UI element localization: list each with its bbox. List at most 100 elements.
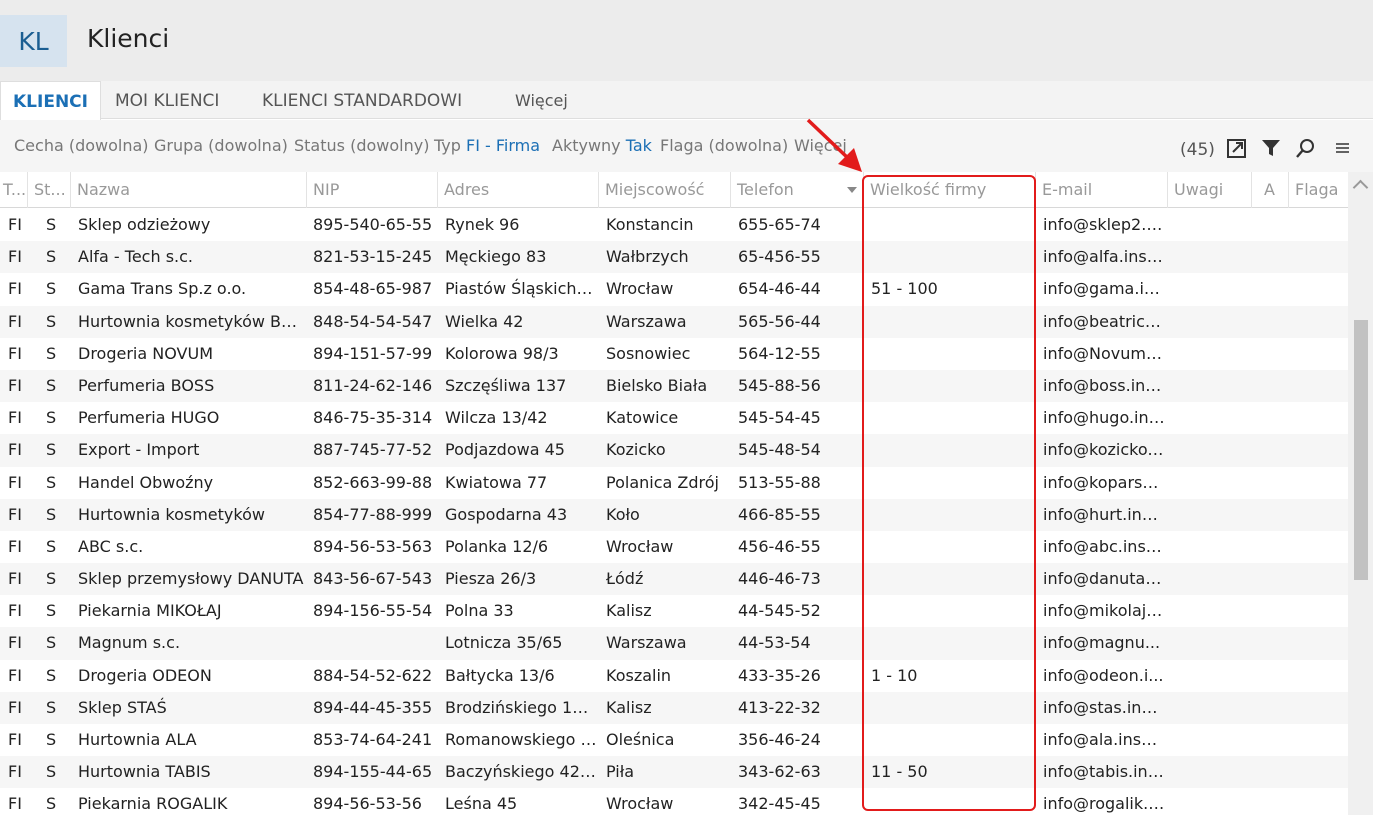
cell-nazwa: Sklep STAŚ <box>78 697 167 717</box>
col-flaga[interactable]: Flaga <box>1289 172 1348 208</box>
filter-flaga[interactable]: Flaga (dowolna) <box>660 136 788 155</box>
table-row[interactable]: FI S Hurtownia ALA 853-74-64-241 Romanowskie… <box>0 724 1348 756</box>
table-row[interactable]: FI S Gama Trans Sp.z o.o. 854-48-65-987 Pias… <box>0 273 1348 305</box>
col-email[interactable]: E-mail <box>1036 172 1168 208</box>
cell-typ: FI <box>8 215 22 234</box>
vertical-scrollbar[interactable] <box>1348 172 1373 815</box>
menu-icon[interactable] <box>1332 137 1354 159</box>
table-row[interactable]: FI S Sklep przemysłowy DANUTA 843-56-67-543… <box>0 563 1348 596</box>
cell-uwagi <box>1175 692 1249 724</box>
tab-moi-klienci[interactable]: MOI KLIENCI <box>115 81 219 119</box>
cell-a <box>1262 563 1287 595</box>
cell-status: S <box>46 215 57 234</box>
filter-aktywny[interactable]: Aktywny Tak <box>552 136 652 155</box>
table-row[interactable]: FI S Handel Obwoźny 852-663-99-88 Kwiatowa 7… <box>0 467 1348 499</box>
cell-wielkosc-firmy <box>871 627 1031 659</box>
cell-adres: Męckiego 83 <box>445 247 547 267</box>
cell-status: S <box>46 247 57 267</box>
cell-email: info@mikolaj.i... <box>1043 601 1165 621</box>
cell-uwagi <box>1175 338 1249 370</box>
cell-wielkosc-firmy <box>871 499 1031 531</box>
cell-flaga <box>1296 241 1346 273</box>
scroll-up-icon[interactable] <box>1352 179 1369 196</box>
cell-flaga <box>1296 402 1346 434</box>
table-row[interactable]: FI S Magnum s.c. Lotnicza 35/65 Warszawa 44-5… <box>0 627 1348 660</box>
cell-telefon: 466-85-55 <box>738 504 821 524</box>
cell-miejscowosc: Wałbrzych <box>606 247 689 267</box>
table-row[interactable]: FI S Piekarnia MIKOŁAJ 894-156-55-54 Polna 3… <box>0 595 1348 627</box>
cell-telefon: 565-56-44 <box>738 311 821 331</box>
cell-adres: Szczęśliwa 137 <box>445 375 567 395</box>
col-nazwa[interactable]: Nazwa <box>71 172 307 208</box>
cell-email: info@tabis.ins... <box>1043 762 1165 782</box>
cell-nip: 852-663-99-88 <box>313 472 433 492</box>
tab-klienci[interactable]: KLIENCI <box>0 81 101 120</box>
cell-typ: FI <box>8 730 22 749</box>
col-typ[interactable]: T... <box>0 172 28 208</box>
col-uwagi[interactable]: Uwagi <box>1168 172 1252 208</box>
table-row[interactable]: FI S Drogeria NOVUM 894-151-57-99 Kolorowa 9… <box>0 338 1348 370</box>
cell-nip: 895-540-65-55 <box>313 215 433 234</box>
cell-telefon: 564-12-55 <box>738 343 821 363</box>
table-row[interactable]: FI S Hurtownia kosmetyków BEA... 848-54-54-… <box>0 305 1348 338</box>
table-row[interactable]: FI S Alfa - Tech s.c. 821-53-15-245 Męckiego… <box>0 241 1348 274</box>
table-row[interactable]: FI S Export - Import 887-745-77-52 Podjazdow… <box>0 434 1348 467</box>
cell-wielkosc-firmy <box>871 692 1031 724</box>
cell-nazwa: Handel Obwoźny <box>78 472 214 492</box>
scroll-thumb[interactable] <box>1354 320 1368 580</box>
cell-email: info@rogalik.i... <box>1043 794 1165 814</box>
filter-grupa[interactable]: Grupa (dowolna) <box>154 136 288 155</box>
table-row[interactable]: FI S Hurtownia TABIS 894-155-44-65 Baczyński… <box>0 756 1348 789</box>
cell-miejscowosc: Katowice <box>606 408 679 428</box>
cell-flaga <box>1296 692 1346 724</box>
filter-cecha[interactable]: Cecha (dowolna) <box>14 136 149 155</box>
filter-icon[interactable] <box>1260 137 1282 159</box>
table-row[interactable]: FI S Sklep odzieżowy 895-540-65-55 Rynek 96 K… <box>0 209 1348 241</box>
cell-adres: Romanowskiego 1... <box>445 730 597 749</box>
col-status[interactable]: St... <box>28 172 71 208</box>
cell-email: info@ala.inser... <box>1043 730 1165 749</box>
cell-flaga <box>1296 627 1346 659</box>
cell-adres: Lotnicza 35/65 <box>445 633 563 653</box>
table-row[interactable]: FI S Drogeria ODEON 884-54-52-622 Bałtycka 1… <box>0 660 1348 692</box>
export-icon[interactable] <box>1226 137 1248 159</box>
cell-nazwa: Perfumeria BOSS <box>78 375 215 395</box>
cell-a <box>1262 402 1287 434</box>
cell-email: info@alfa.inse... <box>1043 247 1165 267</box>
cell-flaga <box>1296 756 1346 788</box>
cell-email: info@gama.in... <box>1043 279 1165 299</box>
cell-miejscowosc: Polanica Zdrój <box>606 472 719 492</box>
cell-nazwa: Sklep odzieżowy <box>78 215 211 234</box>
search-icon[interactable] <box>1295 137 1317 159</box>
tab-wiecej[interactable]: Więcej <box>515 81 568 119</box>
col-wielkosc-firmy[interactable]: Wielkość firmy <box>864 172 1036 208</box>
cell-a <box>1262 692 1287 724</box>
cell-flaga <box>1296 209 1346 241</box>
table-row[interactable]: FI S Sklep STAŚ 894-44-45-355 Brodzińskiego … <box>0 691 1348 724</box>
table-row[interactable]: FI S ABC s.c. 894-56-53-563 Polanka 12/6 Wroc… <box>0 531 1348 563</box>
tab-bar: KLIENCI MOI KLIENCI KLIENCI STANDARDOWI … <box>0 81 1373 120</box>
cell-a <box>1262 499 1287 531</box>
cell-telefon: 513-55-88 <box>738 472 821 492</box>
table-row[interactable]: FI S Perfumeria BOSS 811-24-62-146 Szczęśliw… <box>0 369 1348 403</box>
cell-uwagi <box>1175 531 1249 563</box>
col-a[interactable]: A <box>1252 172 1289 208</box>
filter-status[interactable]: Status (dowolny) <box>294 136 429 155</box>
cell-uwagi <box>1175 788 1249 815</box>
cell-typ: FI <box>8 375 22 395</box>
table-row[interactable]: FI S Hurtownia kosmetyków 854-77-88-999 Gosp… <box>0 498 1348 531</box>
table-row[interactable]: FI S Piekarnia ROGALIK 894-56-53-56 Leśna 45… <box>0 788 1348 815</box>
cell-nazwa: Alfa - Tech s.c. <box>78 247 193 267</box>
table-row[interactable]: FI S Perfumeria HUGO 846-75-35-314 Wilcza 13… <box>0 402 1348 434</box>
tab-klienci-standardowi[interactable]: KLIENCI STANDARDOWI <box>262 81 462 119</box>
cell-status: S <box>46 665 57 685</box>
col-telefon[interactable]: Telefon <box>731 172 864 208</box>
cell-flaga <box>1296 306 1346 338</box>
col-miejscowosc[interactable]: Miejscowość <box>599 172 731 208</box>
app-badge: KL <box>0 15 67 67</box>
filter-typ[interactable]: Typ FI - Firma <box>434 136 540 155</box>
col-adres[interactable]: Adres <box>438 172 599 208</box>
filter-more[interactable]: Więcej <box>794 136 847 155</box>
cell-typ: FI <box>8 633 22 653</box>
col-nip[interactable]: NIP <box>307 172 438 208</box>
